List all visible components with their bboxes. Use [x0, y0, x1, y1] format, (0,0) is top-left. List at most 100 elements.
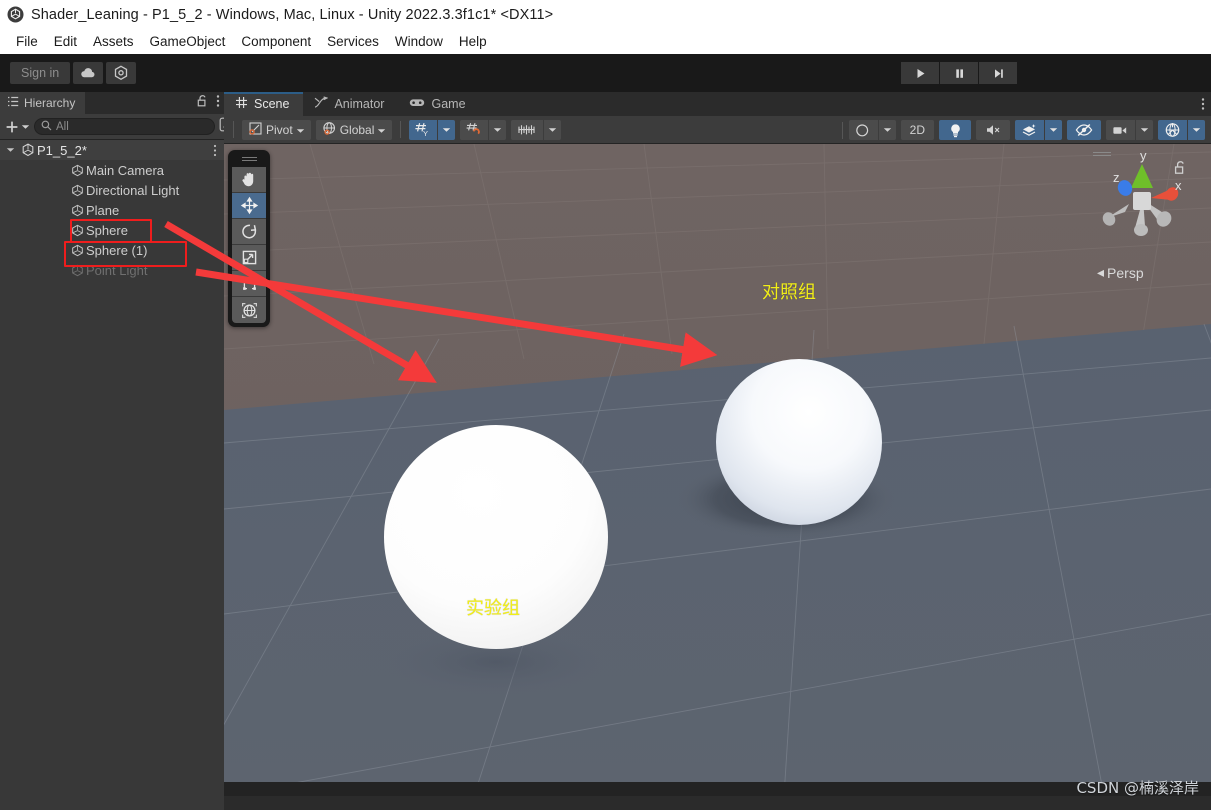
- grid-magnet-icon[interactable]: [460, 119, 489, 140]
- scene-viewport[interactable]: y z x ◂ Persp: [224, 144, 1211, 796]
- chevron-down-icon[interactable]: [6, 145, 19, 155]
- gamepad-icon: [409, 97, 425, 111]
- toolbar-divider: [841, 121, 843, 139]
- unity-scene-icon: [19, 143, 37, 157]
- unity-editor-window: Shader_Leaning - P1_5_2 - Windows, Mac, …: [0, 0, 1211, 810]
- sign-in-button[interactable]: Sign in: [10, 62, 71, 84]
- pivot-label: Pivot: [266, 122, 293, 137]
- grid-axis-y-icon[interactable]: Y: [409, 119, 438, 140]
- move-icon: [240, 196, 258, 215]
- kebab-menu-icon[interactable]: [213, 140, 217, 160]
- menu-gameobject[interactable]: GameObject: [142, 32, 234, 51]
- scale-icon: [242, 250, 256, 265]
- gizmos-icon[interactable]: [1158, 120, 1187, 140]
- kebab-menu-icon[interactable]: [1201, 92, 1205, 116]
- scene-grid-icon: [235, 96, 248, 112]
- gameobject-icon: [68, 264, 86, 277]
- menu-file[interactable]: File: [8, 32, 46, 51]
- scene-tools-strip: [228, 150, 270, 327]
- window-titlebar: Shader_Leaning - P1_5_2 - Windows, Mac, …: [0, 0, 1211, 29]
- menu-assets[interactable]: Assets: [85, 32, 142, 51]
- unity-services-icon[interactable]: [106, 62, 137, 84]
- projection-mode-toggle[interactable]: ◂ Persp: [1097, 264, 1211, 281]
- hierarchy-panel: Hierarchy All P1_5_2* Main Camera Direct…: [0, 92, 234, 810]
- hierarchy-item-sphere[interactable]: Sphere: [0, 220, 224, 240]
- step-forward-icon[interactable]: [979, 62, 1017, 84]
- gizmo-x-label: x: [1175, 178, 1182, 193]
- cloud-icon[interactable]: [73, 62, 104, 84]
- gameobject-icon: [68, 244, 86, 257]
- menu-help[interactable]: Help: [451, 32, 495, 51]
- camera-overlay-icon[interactable]: [1106, 120, 1135, 140]
- scene-visibility-off-icon[interactable]: [1067, 120, 1101, 140]
- toolbar-divider: [400, 121, 402, 138]
- gizmos-dropdown[interactable]: [1188, 120, 1205, 140]
- increment-snap-dropdown[interactable]: [544, 119, 562, 140]
- pivot-mode-button[interactable]: Pivot: [242, 119, 311, 140]
- chevron-down-icon: [377, 123, 386, 137]
- hierarchy-item-directional-light[interactable]: Directional Light: [0, 180, 224, 200]
- menu-component[interactable]: Component: [233, 32, 319, 51]
- scene-tabrow: Scene Animator Game: [224, 92, 1211, 116]
- pivot-icon: [248, 121, 263, 139]
- camera-overlay-group: [1106, 120, 1153, 140]
- scale-tool[interactable]: [232, 245, 266, 271]
- scene-lighting-icon[interactable]: [939, 120, 971, 140]
- play-icon[interactable]: [901, 62, 939, 84]
- hand-icon: [241, 172, 253, 187]
- shading-mode-dropdown[interactable]: [878, 120, 896, 140]
- menu-window[interactable]: Window: [387, 32, 451, 51]
- camera-overlay-dropdown[interactable]: [1136, 120, 1153, 140]
- rotate-icon: [241, 224, 256, 239]
- tab-animator[interactable]: Animator: [303, 92, 398, 116]
- orientation-gizmo[interactable]: y z x ◂ Persp: [1085, 148, 1205, 283]
- scene-render: [224, 144, 1211, 796]
- move-tool[interactable]: [232, 193, 266, 219]
- tab-hierarchy[interactable]: Hierarchy: [0, 92, 86, 114]
- hierarchy-item-label: Plane: [86, 202, 120, 218]
- shading-mode-icon[interactable]: [848, 120, 878, 140]
- tab-game-label: Game: [431, 97, 466, 111]
- drag-handle[interactable]: [232, 154, 266, 164]
- globe-icon: [322, 121, 337, 139]
- gameobject-icon: [68, 164, 86, 177]
- hierarchy-tree: P1_5_2* Main Camera Directional Light Pl…: [0, 140, 224, 280]
- hierarchy-item-plane[interactable]: Plane: [0, 200, 224, 220]
- rect-tool[interactable]: [232, 271, 266, 297]
- transform-tool[interactable]: [232, 297, 266, 323]
- grid-magnet-dropdown[interactable]: [489, 119, 507, 140]
- shading-mode-group: [848, 120, 896, 140]
- rotate-tool[interactable]: [232, 219, 266, 245]
- scene-fx-dropdown[interactable]: [1045, 120, 1062, 140]
- menu-edit[interactable]: Edit: [46, 32, 85, 51]
- hierarchy-search-box[interactable]: [34, 118, 215, 135]
- tab-scene-label: Scene: [254, 97, 290, 111]
- gizmo-axes[interactable]: y z x: [1085, 152, 1205, 262]
- tab-scene[interactable]: Scene: [224, 92, 304, 116]
- menu-services[interactable]: Services: [319, 32, 387, 51]
- hierarchy-item-point-light[interactable]: Point Light: [0, 260, 224, 280]
- gameobject-icon: [68, 204, 86, 217]
- hierarchy-item-main-camera[interactable]: Main Camera: [0, 160, 224, 180]
- toolbar-divider: [233, 121, 234, 138]
- lock-open-icon[interactable]: [197, 94, 208, 112]
- hand-tool[interactable]: [232, 167, 266, 193]
- hierarchy-scene-root[interactable]: P1_5_2*: [0, 140, 224, 160]
- grid-axis-dropdown[interactable]: [438, 119, 456, 140]
- svg-text:Y: Y: [423, 129, 428, 137]
- hierarchy-search-input[interactable]: [56, 120, 210, 133]
- pause-icon[interactable]: [940, 62, 978, 84]
- 2d-toggle[interactable]: 2D: [900, 120, 934, 140]
- handle-space-button[interactable]: Global: [315, 119, 393, 140]
- hierarchy-item-sphere-1[interactable]: Sphere (1): [0, 240, 224, 260]
- hierarchy-scene-name: P1_5_2*: [37, 142, 87, 158]
- kebab-menu-icon[interactable]: [216, 94, 220, 113]
- scene-fx-icon[interactable]: [1015, 120, 1044, 140]
- grid-magnet-group: [460, 119, 507, 140]
- add-gameobject-button[interactable]: [5, 120, 30, 134]
- scene-audio-muted-icon[interactable]: [976, 120, 1010, 140]
- increment-snap-icon[interactable]: [511, 119, 544, 140]
- hierarchy-item-label: Directional Light: [86, 182, 180, 198]
- chevron-down-icon: [296, 123, 305, 137]
- tab-game[interactable]: Game: [398, 92, 479, 116]
